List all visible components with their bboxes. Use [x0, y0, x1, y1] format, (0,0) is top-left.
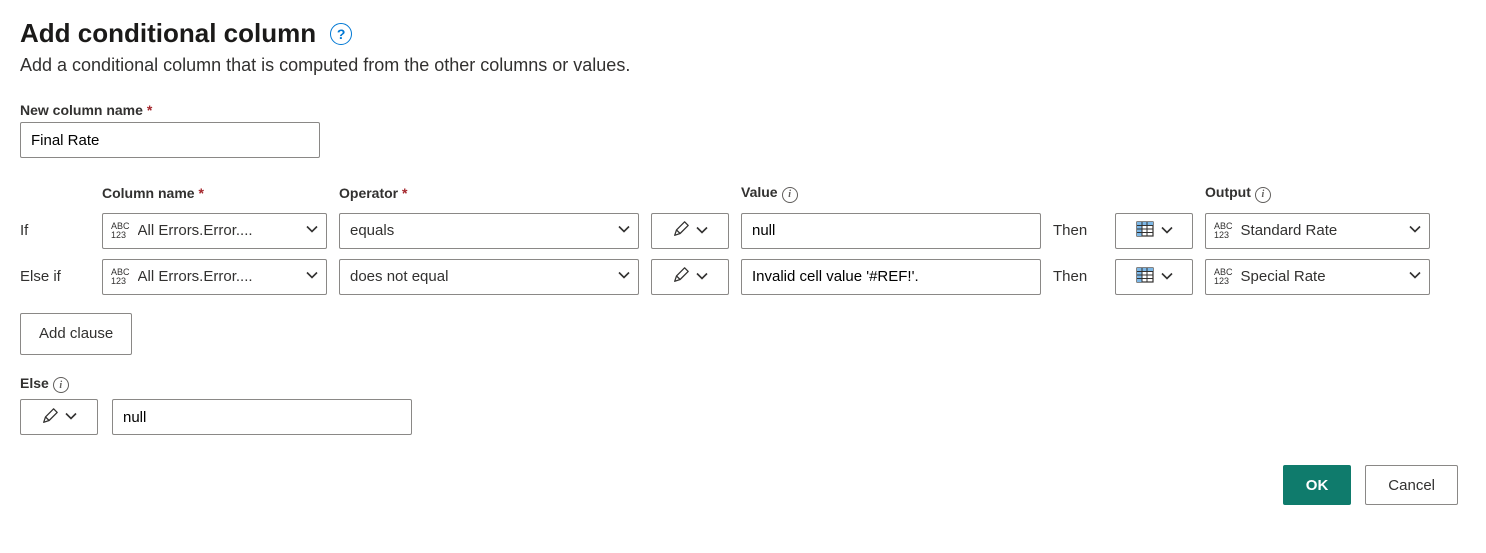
value-type-selector[interactable] [651, 213, 729, 249]
operator-dropdown[interactable]: does not equal [339, 259, 639, 295]
header-column-name: Column name * [102, 185, 327, 201]
pencil-icon [41, 407, 59, 428]
value-input[interactable] [741, 259, 1041, 295]
output-column-dropdown[interactable]: ABC123 Special Rate [1205, 259, 1430, 295]
header-operator: Operator * [339, 185, 639, 201]
column-name-dropdown[interactable]: ABC123 All Errors.Error.... [102, 213, 327, 249]
output-column-dropdown[interactable]: ABC123 Standard Rate [1205, 213, 1430, 249]
column-name-dropdown[interactable]: ABC123 All Errors.Error.... [102, 259, 327, 295]
conditions-grid: Column name * Operator * Valuei Outputi … [20, 184, 1466, 295]
else-type-selector[interactable] [20, 399, 98, 435]
row-prefix: Else if [20, 268, 90, 285]
type-any-icon: ABC123 [1212, 268, 1235, 286]
chevron-down-icon [1409, 268, 1421, 285]
header-value: Valuei [741, 184, 1041, 203]
dialog-title: Add conditional column [20, 18, 316, 49]
info-icon[interactable]: i [782, 187, 798, 203]
info-icon[interactable]: i [1255, 187, 1271, 203]
chevron-down-icon [65, 409, 77, 425]
dialog-subtitle: Add a conditional column that is compute… [20, 55, 1466, 76]
chevron-down-icon [1161, 269, 1173, 285]
pencil-icon [672, 220, 690, 241]
type-any-icon: ABC123 [109, 222, 132, 240]
operator-dropdown[interactable]: equals [339, 213, 639, 249]
value-input[interactable] [741, 213, 1041, 249]
output-type-selector[interactable] [1115, 213, 1193, 249]
chevron-down-icon [306, 222, 318, 239]
chevron-down-icon [618, 222, 630, 239]
chevron-down-icon [1161, 223, 1173, 239]
output-type-selector[interactable] [1115, 259, 1193, 295]
header-output: Outputi [1205, 184, 1430, 203]
type-any-icon: ABC123 [109, 268, 132, 286]
new-column-name-input[interactable] [20, 122, 320, 158]
chevron-down-icon [306, 268, 318, 285]
then-label: Then [1053, 268, 1103, 285]
value-type-selector[interactable] [651, 259, 729, 295]
column-icon [1135, 265, 1155, 288]
chevron-down-icon [618, 268, 630, 285]
cancel-button[interactable]: Cancel [1365, 465, 1458, 505]
pencil-icon [672, 266, 690, 287]
else-value-input[interactable] [112, 399, 412, 435]
type-any-icon: ABC123 [1212, 222, 1235, 240]
ok-button[interactable]: OK [1283, 465, 1352, 505]
new-column-name-label: New column name * [20, 102, 1466, 118]
chevron-down-icon [696, 223, 708, 239]
info-icon[interactable]: i [53, 377, 69, 393]
chevron-down-icon [1409, 222, 1421, 239]
column-icon [1135, 219, 1155, 242]
chevron-down-icon [696, 269, 708, 285]
help-icon[interactable]: ? [330, 23, 352, 45]
then-label: Then [1053, 222, 1103, 239]
add-clause-button[interactable]: Add clause [20, 313, 132, 355]
row-prefix: If [20, 222, 90, 239]
else-label: Elsei [20, 375, 1466, 394]
